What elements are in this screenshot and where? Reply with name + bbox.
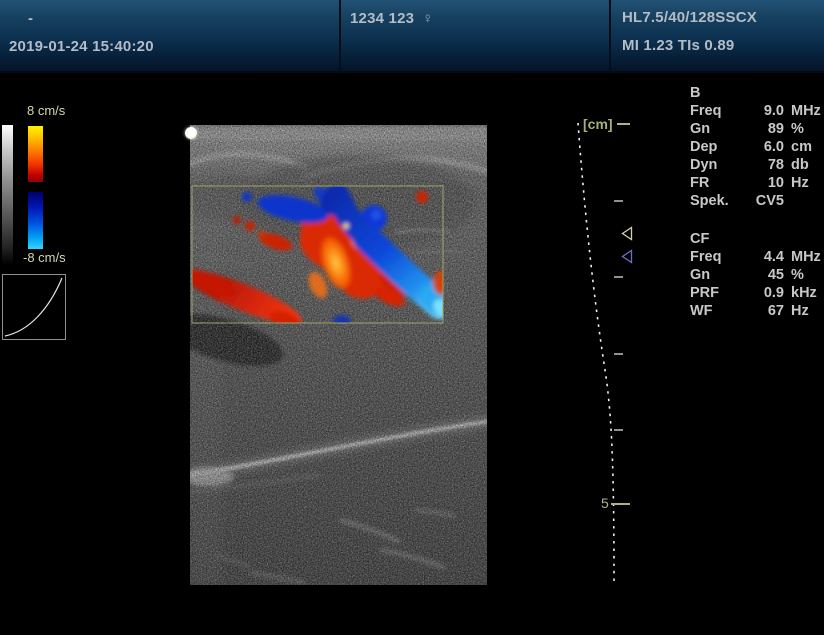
color-velocity-bar-negative [28, 192, 43, 249]
param-row-cf-wall-filter: WF 67 Hz [690, 302, 821, 320]
depth-tick-1 [614, 200, 623, 202]
param-row-cf-gain: Gn 45 % [690, 266, 821, 284]
velocity-min-label: -8 cm/s [23, 250, 66, 265]
datetime-label: 2019-01-24 15:40:20 [9, 38, 154, 55]
param-row-cf-freq: Freq 4.4 MHz [690, 248, 821, 266]
b-mode-panel: B Freq 9.0 MHz Gn 89 % Dep 6.0 cm Dyn 78… [690, 84, 821, 210]
status-bar-divider [609, 0, 611, 71]
tgc-curve[interactable] [555, 110, 635, 590]
param-row-b-gain: Gn 89 % [690, 120, 821, 138]
transducer-label: HL7.5/40/128SSCX [622, 9, 757, 26]
study-label: - [28, 10, 33, 27]
depth-tick-2 [614, 276, 623, 278]
b-mode-title: B [690, 84, 821, 102]
depth-tick-3 [614, 353, 623, 355]
gamma-curve-box [2, 274, 66, 340]
param-row-b-speckle: Spek. CV5 [690, 192, 821, 210]
gray-scale-bar [2, 125, 13, 265]
depth-tick-5 [611, 503, 630, 505]
color-velocity-bar-positive [28, 126, 43, 182]
focus-marker-upper[interactable] [621, 226, 633, 241]
depth-tick-4 [614, 429, 623, 431]
param-row-b-depth: Dep 6.0 cm [690, 138, 821, 156]
cf-mode-title: CF [690, 230, 821, 248]
param-row-b-freq: Freq 9.0 MHz [690, 102, 821, 120]
status-bar: - 2019-01-24 15:40:20 1234 123 ♀ HL7.5/40… [0, 0, 824, 73]
velocity-max-label: 8 cm/s [27, 103, 65, 118]
param-row-cf-prf: PRF 0.9 kHz [690, 284, 821, 302]
gamma-curve [3, 275, 65, 339]
param-row-b-frame-rate: FR 10 Hz [690, 174, 821, 192]
depth-tick-0 [617, 123, 630, 125]
status-bar-divider [339, 0, 341, 71]
ultrasound-image [190, 125, 487, 585]
patient-id: 1234 123 ♀ [350, 10, 434, 27]
depth-label-5: 5 [601, 495, 609, 511]
safety-indices: MI 1.23 TIs 0.89 [622, 37, 734, 54]
focus-marker-lower[interactable] [621, 249, 633, 264]
ultrasound-screen: - 2019-01-24 15:40:20 1234 123 ♀ HL7.5/40… [0, 0, 824, 635]
cf-mode-panel: CF Freq 4.4 MHz Gn 45 % PRF 0.9 kHz WF 6… [690, 230, 821, 320]
patient-id-text: 1234 123 [350, 10, 414, 27]
cm-unit-label: [cm] [583, 116, 613, 132]
param-row-b-dynamic-range: Dyn 78 db [690, 156, 821, 174]
orientation-marker-dot [185, 127, 197, 139]
female-icon: ♀ [422, 10, 433, 27]
